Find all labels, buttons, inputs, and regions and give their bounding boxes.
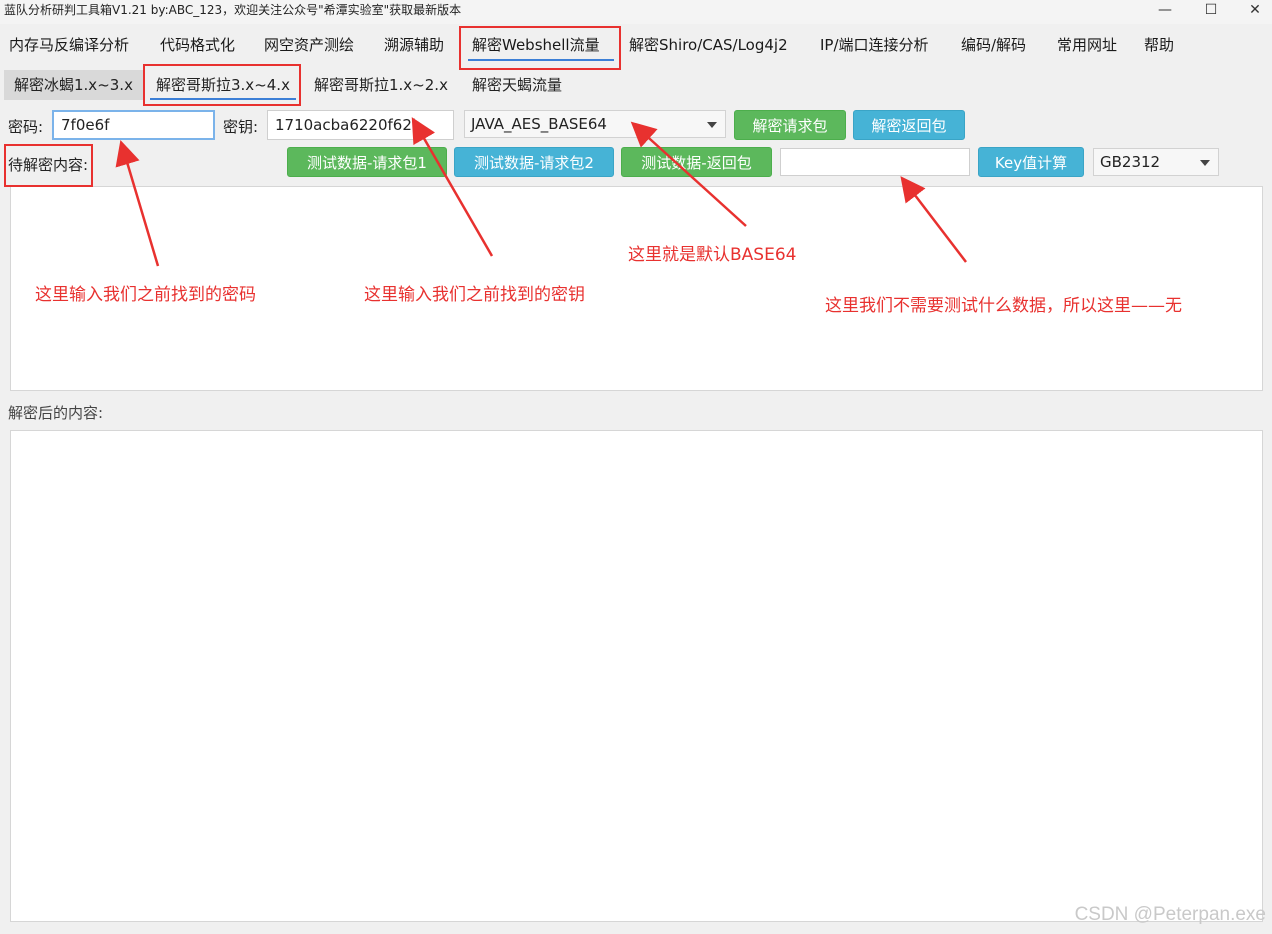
annotation-key: 这里输入我们之前找到的密钥 — [364, 285, 585, 305]
tab-behinder[interactable]: 解密冰蝎1.x~3.x — [4, 70, 143, 100]
chevron-down-icon — [1200, 160, 1210, 166]
window-title: 蓝队分析研判工具箱V1.21 by:ABC_123，欢迎关注公众号"希潭实验室"… — [4, 3, 462, 17]
test-request2-button[interactable]: 测试数据-请求包2 — [454, 147, 614, 177]
test-response-button[interactable]: 测试数据-返回包 — [621, 147, 772, 177]
chevron-down-icon — [707, 122, 717, 128]
tab-godzilla-3-4[interactable]: 解密哥斯拉3.x~4.x — [146, 70, 300, 100]
key-input[interactable]: 1710acba6220f62b — [267, 110, 454, 140]
menu-help[interactable]: 帮助 — [1144, 33, 1174, 57]
decrypt-request-button[interactable]: 解密请求包 — [734, 110, 846, 140]
title-bar: 蓝队分析研判工具箱V1.21 by:ABC_123，欢迎关注公众号"希潭实验室"… — [0, 0, 1272, 24]
annotation-test-data: 这里我们不需要测试什么数据，所以这里——无 — [825, 296, 1182, 316]
main-menu: 内存马反编译分析 代码格式化 网空资产测绘 溯源辅助 解密Webshell流量 … — [0, 24, 1272, 66]
menu-trace-assist[interactable]: 溯源辅助 — [384, 33, 444, 57]
pending-content-label: 待解密内容: — [8, 156, 89, 174]
key-calc-button[interactable]: Key值计算 — [978, 147, 1084, 177]
tab-tianxie[interactable]: 解密天蝎流量 — [462, 70, 572, 100]
maximize-button[interactable]: ☐ — [1188, 0, 1234, 22]
menu-memshell-decompile[interactable]: 内存马反编译分析 — [9, 33, 129, 57]
encoding-select[interactable]: GB2312 — [1093, 148, 1219, 176]
decrypt-response-button[interactable]: 解密返回包 — [853, 110, 965, 140]
menu-encode-decode[interactable]: 编码/解码 — [961, 33, 1026, 57]
key-label: 密钥: — [223, 118, 259, 136]
menu-code-format[interactable]: 代码格式化 — [160, 33, 235, 57]
menu-common-urls[interactable]: 常用网址 — [1057, 33, 1117, 57]
key-calc-input[interactable] — [780, 148, 970, 176]
annotation-password: 这里输入我们之前找到的密码 — [35, 285, 256, 305]
menu-ip-port[interactable]: IP/端口连接分析 — [820, 33, 929, 57]
watermark: CSDN @Peterpan.exe — [1074, 904, 1266, 925]
active-subtab-underline — [150, 98, 296, 100]
annotation-mode: 这里就是默认BASE64 — [628, 245, 797, 265]
active-menu-underline — [468, 59, 614, 61]
sub-tabs: 解密冰蝎1.x~3.x 解密哥斯拉3.x~4.x 解密哥斯拉1.x~2.x 解密… — [0, 66, 1272, 104]
menu-decrypt-webshell[interactable]: 解密Webshell流量 — [472, 33, 600, 57]
mode-select[interactable]: JAVA_AES_BASE64 — [464, 110, 726, 138]
password-label: 密码: — [8, 118, 44, 136]
minimize-button[interactable]: — — [1142, 0, 1188, 22]
menu-decrypt-shiro[interactable]: 解密Shiro/CAS/Log4j2 — [629, 33, 788, 57]
password-input[interactable]: 7f0e6f — [52, 110, 215, 140]
close-button[interactable]: ✕ — [1232, 0, 1272, 22]
menu-asset-mapping[interactable]: 网空资产测绘 — [264, 33, 354, 57]
tab-godzilla-1-2[interactable]: 解密哥斯拉1.x~2.x — [304, 70, 458, 100]
result-label: 解密后的内容: — [8, 404, 104, 422]
encoding-select-value: GB2312 — [1100, 153, 1161, 171]
result-textarea[interactable] — [10, 430, 1263, 922]
mode-select-value: JAVA_AES_BASE64 — [471, 115, 607, 133]
test-request1-button[interactable]: 测试数据-请求包1 — [287, 147, 447, 177]
